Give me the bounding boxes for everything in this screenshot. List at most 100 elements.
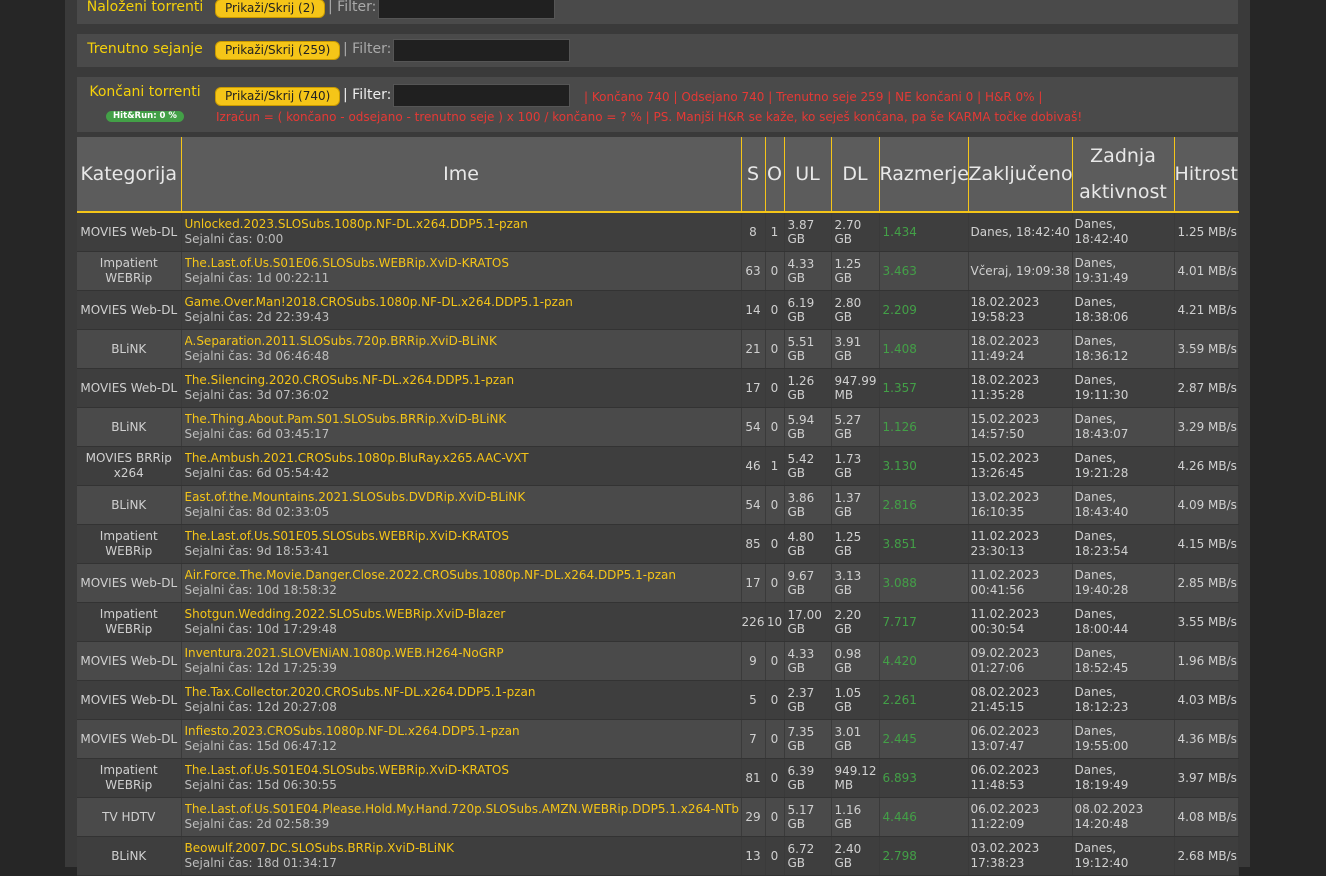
torrent-link[interactable]: The.Tax.Collector.2020.CROSubs.NF-DL.x26… (185, 685, 741, 700)
col-download[interactable]: DL (831, 137, 880, 213)
row-leechers: 0 (765, 641, 785, 681)
row-download: 2.20 GB (831, 602, 880, 642)
row-category[interactable]: MOVIES Web-DL (77, 680, 182, 720)
row-leechers: 10 (765, 602, 785, 642)
toggle-completed-button[interactable]: Prikaži/Skrij (740) (215, 87, 341, 106)
torrent-link[interactable]: Beowulf.2007.DC.SLOSubs.BRRip.XviD-BLiNK (185, 841, 741, 856)
upload-value: 5.42 (787, 452, 815, 466)
torrent-link[interactable]: Game.Over.Man!2018.CROSubs.1080p.NF-DL.x… (185, 295, 741, 310)
row-category[interactable]: Impatient WEBRip (77, 602, 182, 642)
col-category[interactable]: Kategorija (77, 137, 182, 213)
row-category[interactable]: BLiNK (77, 485, 182, 525)
row-download: 1.16 GB (831, 797, 880, 837)
activity-line1: Danes, 18:00:44 (1074, 607, 1129, 636)
torrent-link[interactable]: Inventura.2021.SLOVENiAN.1080p.WEB.H264-… (185, 646, 741, 661)
completed-line1: 03.02.2023 (970, 841, 1040, 855)
row-category[interactable]: BLiNK (77, 407, 182, 447)
col-seeders[interactable]: S (741, 137, 766, 213)
row-category[interactable]: BLiNK (77, 836, 182, 876)
row-category[interactable]: Impatient WEBRip (77, 524, 182, 564)
seeding-time: Sejalni čas: 15d 06:30:55 (184, 778, 337, 792)
row-ratio: 2.261 (879, 680, 969, 720)
torrent-link[interactable]: Air.Force.The.Movie.Danger.Close.2022.CR… (185, 568, 741, 583)
download-value: 5.27 (834, 413, 862, 427)
col-ratio[interactable]: Razmerje (879, 137, 969, 213)
col-upload[interactable]: UL (784, 137, 832, 213)
row-completed: 06.02.2023 13:07:47 (968, 719, 1073, 759)
row-seeders: 13 (741, 836, 766, 876)
row-category[interactable]: Impatient WEBRip (77, 251, 182, 291)
toggle-seeding-button[interactable]: Prikaži/Skrij (259) (215, 41, 341, 60)
row-name-cell: The.Last.of.Us.S01E05.SLOSubs.WEBRip.Xvi… (181, 524, 742, 564)
row-ratio: 6.893 (879, 758, 969, 798)
row-category[interactable]: MOVIES Web-DL (77, 719, 182, 759)
row-category[interactable]: Impatient WEBRip (77, 758, 182, 798)
row-category[interactable]: BLiNK (77, 329, 182, 369)
upload-value: 5.17 (787, 803, 815, 817)
row-category[interactable]: MOVIES Web-DL (77, 563, 182, 603)
panel-title: Končani torrenti (89, 84, 201, 100)
table-row: Impatient WEBRip Shotgun.Wedding.2022.SLO… (77, 602, 1239, 642)
row-name-cell: East.of.the.Mountains.2021.SLOSubs.DVDRi… (181, 485, 742, 525)
torrent-link[interactable]: The.Last.of.Us.S01E06.SLOSubs.WEBRip.Xvi… (185, 256, 741, 271)
torrent-link[interactable]: Shotgun.Wedding.2022.SLOSubs.WEBRip.XviD… (185, 607, 741, 622)
panel-loaded-torrents: Naloženi torrenti Prikaži/Skrij (2) | Fi… (77, 0, 1238, 24)
col-speed[interactable]: Hitrost (1174, 137, 1238, 213)
completed-line1: 09.02.2023 (970, 646, 1040, 660)
download-value: 3.91 (834, 335, 862, 349)
row-ratio: 3.130 (879, 446, 969, 486)
table-row: BLiNK A.Separation.2011.SLOSubs.720p.BRRi… (77, 329, 1239, 369)
col-last-activity[interactable]: Zadnja aktivnost (1072, 137, 1175, 213)
upload-value: 6.19 (787, 296, 815, 310)
filter-loaded-input[interactable] (378, 0, 555, 19)
row-category[interactable]: MOVIES Web-DL (77, 212, 182, 252)
completed-line1: Včeraj, 19:09:38 (970, 263, 1070, 278)
upload-unit: GB (787, 271, 806, 285)
download-unit: GB (834, 817, 853, 831)
torrent-link[interactable]: The.Thing.About.Pam.S01.SLOSubs.BRRip.Xv… (185, 412, 741, 427)
torrent-link[interactable]: Unlocked.2023.SLOSubs.1080p.NF-DL.x264.D… (185, 217, 741, 232)
col-completed[interactable]: Zaključeno (968, 137, 1073, 213)
row-upload: 2.37 GB (784, 680, 832, 720)
row-category[interactable]: MOVIES Web-DL (77, 290, 182, 330)
row-category[interactable]: TV HDTV (77, 797, 182, 837)
table-row: TV HDTV The.Last.of.Us.S01E04.Please.Hold… (77, 797, 1239, 837)
row-category[interactable]: MOVIES Web-DL (77, 641, 182, 681)
row-upload: 6.39 GB (784, 758, 832, 798)
upload-value: 6.39 (787, 764, 815, 778)
torrent-link[interactable]: Infiesto.2023.CROSubs.1080p.NF-DL.x264.D… (185, 724, 741, 739)
upload-value: 4.33 (787, 257, 815, 271)
row-leechers: 0 (765, 836, 785, 876)
filter-seeding-input[interactable] (393, 39, 570, 62)
row-speed: 4.08 MB/s (1174, 797, 1239, 837)
col-leechers[interactable]: O (765, 137, 785, 213)
row-speed: 4.15 MB/s (1174, 524, 1239, 564)
row-completed: 06.02.2023 11:48:53 (968, 758, 1073, 798)
row-name-cell: Unlocked.2023.SLOSubs.1080p.NF-DL.x264.D… (181, 212, 742, 252)
torrent-link[interactable]: East.of.the.Mountains.2021.SLOSubs.DVDRi… (185, 490, 741, 505)
torrent-link[interactable]: The.Last.of.Us.S01E04.SLOSubs.WEBRip.Xvi… (185, 763, 741, 778)
torrent-link[interactable]: A.Separation.2011.SLOSubs.720p.BRRip.Xvi… (185, 334, 741, 349)
torrent-link[interactable]: The.Silencing.2020.CROSubs.NF-DL.x264.DD… (185, 373, 741, 388)
row-seeders: 5 (741, 680, 766, 720)
row-upload: 6.72 GB (784, 836, 832, 876)
row-name-cell: A.Separation.2011.SLOSubs.720p.BRRip.Xvi… (181, 329, 742, 369)
seeding-time: Sejalni čas: 3d 07:36:02 (184, 388, 330, 402)
upload-unit: GB (787, 466, 806, 480)
col-name[interactable]: Ime (181, 137, 742, 213)
upload-unit: GB (787, 739, 806, 753)
activity-line1: Danes, 18:43:07 (1074, 412, 1129, 441)
download-value: 1.37 (834, 491, 862, 505)
torrent-link[interactable]: The.Last.of.Us.S01E04.Please.Hold.My.Han… (185, 802, 741, 817)
row-name-cell: The.Last.of.Us.S01E04.Please.Hold.My.Han… (181, 797, 742, 837)
torrent-link[interactable]: The.Last.of.Us.S01E05.SLOSubs.WEBRip.Xvi… (185, 529, 741, 544)
toggle-loaded-button[interactable]: Prikaži/Skrij (2) (215, 0, 326, 18)
filter-completed-input[interactable] (393, 84, 570, 107)
row-category[interactable]: MOVIES BRRip x264 (77, 446, 182, 486)
row-category[interactable]: MOVIES Web-DL (77, 368, 182, 408)
torrent-link[interactable]: The.Ambush.2021.CROSubs.1080p.BluRay.x26… (185, 451, 741, 466)
table-row: MOVIES Web-DL Game.Over.Man!2018.CROSubs.… (77, 290, 1239, 330)
row-completed: Včeraj, 19:09:38 (968, 251, 1073, 291)
row-completed: Danes, 18:42:40 (968, 212, 1073, 252)
completed-line1: 08.02.2023 (970, 685, 1040, 699)
